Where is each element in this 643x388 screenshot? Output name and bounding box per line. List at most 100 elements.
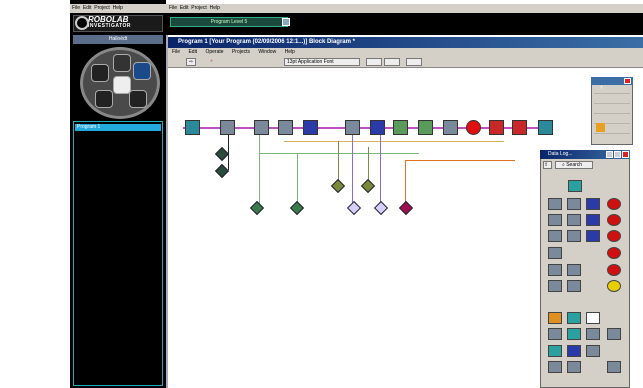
dial-settings-icon[interactable] — [129, 90, 147, 108]
palette-icon-6[interactable] — [586, 214, 600, 226]
palette-icon-21[interactable] — [567, 345, 581, 357]
dial-tools-icon[interactable] — [91, 64, 109, 82]
left-menu-project[interactable]: Project — [94, 5, 110, 11]
menu-operate[interactable]: Operate — [205, 49, 223, 55]
palette-icon-24[interactable] — [567, 361, 581, 373]
logo-circle-icon — [75, 16, 89, 30]
palette-icon-12[interactable] — [567, 264, 581, 276]
block-node-1[interactable] — [220, 120, 235, 135]
top-menu-edit[interactable]: Edit — [180, 5, 189, 11]
palette-icon-13[interactable] — [548, 280, 562, 292]
dial-program-icon[interactable] — [113, 54, 131, 72]
block-node-7[interactable] — [393, 120, 408, 135]
wire-branch-4 — [338, 141, 339, 184]
stop-icon[interactable]: ● — [208, 58, 218, 66]
palette-yellow-icon[interactable] — [607, 280, 621, 292]
top-menubar: File Edit Project Help — [166, 4, 643, 13]
palette-stop-icon-2[interactable] — [607, 214, 621, 226]
palette-icon-17[interactable] — [567, 328, 581, 340]
wire-h-2 — [284, 141, 504, 142]
font-select[interactable]: 13pt Application Font — [284, 58, 360, 66]
palette-icon-11[interactable] — [548, 264, 562, 276]
palette-icon-14[interactable] — [567, 280, 581, 292]
maximize-icon[interactable] — [614, 151, 621, 158]
block-node-5[interactable] — [345, 120, 360, 135]
block-node-11[interactable] — [512, 120, 527, 135]
block-node-4[interactable] — [303, 120, 318, 135]
palette-stop-icon-3[interactable] — [607, 230, 621, 242]
palette-icon-1[interactable] — [548, 198, 562, 210]
search-label: Search — [566, 162, 583, 168]
palette-icon-20[interactable] — [548, 345, 562, 357]
palette-icon-15[interactable] — [567, 312, 581, 324]
wire-branch-7 — [380, 135, 381, 207]
minimize-icon[interactable] — [606, 151, 613, 158]
block-node-2[interactable] — [254, 120, 269, 135]
palette-help-icon[interactable] — [548, 312, 562, 324]
palette-icon-5[interactable] — [567, 214, 581, 226]
palette-icon-9[interactable] — [586, 230, 600, 242]
left-menu-help[interactable]: Help — [113, 5, 123, 11]
palette-icon-22[interactable] — [586, 345, 600, 357]
dial-data-icon[interactable] — [95, 90, 113, 108]
palette-stop-icon-5[interactable] — [607, 264, 621, 276]
program-level-field[interactable]: Program Level 5 — [170, 17, 288, 27]
end-node[interactable] — [538, 120, 553, 135]
align-button[interactable] — [366, 58, 382, 66]
program-level-go-button[interactable] — [282, 18, 290, 26]
block-node-3[interactable] — [278, 120, 293, 135]
palette-icon-19[interactable] — [607, 328, 621, 340]
program-list-item[interactable]: Program 1 — [75, 124, 161, 131]
search-button[interactable]: ⌕ Search — [555, 161, 593, 169]
palette-piano-icon[interactable] — [586, 312, 600, 324]
left-menu-edit[interactable]: Edit — [83, 5, 92, 11]
navigation-dial — [80, 47, 160, 119]
block-node-6[interactable] — [370, 120, 385, 135]
palette-icon-25[interactable] — [607, 361, 621, 373]
dial-center-icon[interactable] — [113, 76, 131, 94]
palette-stop-icon-4[interactable] — [607, 247, 621, 259]
palette-icon-2[interactable] — [567, 198, 581, 210]
palette-icon-23[interactable] — [548, 361, 562, 373]
tools-close-icon[interactable] — [624, 78, 631, 84]
block-node-8[interactable] — [418, 120, 433, 135]
run-arrow-icon[interactable]: ⇨ — [186, 58, 196, 66]
wire-h-1 — [259, 153, 419, 154]
tools-grid[interactable] — [594, 89, 630, 143]
left-menu-file[interactable]: File — [72, 5, 80, 11]
wire-branch-2 — [259, 135, 260, 207]
menu-edit[interactable]: Edit — [188, 49, 197, 55]
palette-icon-7[interactable] — [548, 230, 562, 242]
program-list — [73, 121, 163, 386]
color-tool-icon[interactable] — [596, 123, 605, 132]
wire-branch-3 — [297, 153, 298, 207]
palette-icon-3[interactable] — [586, 198, 600, 210]
window-title: Program 1 [Your Program (02/09/2006 12:1… — [168, 37, 643, 48]
distribute-button[interactable] — [384, 58, 400, 66]
dial-level-icon[interactable] — [133, 62, 151, 80]
top-menu-project[interactable]: Project — [191, 5, 207, 11]
palette-icon-18[interactable] — [586, 328, 600, 340]
block-node-9[interactable] — [443, 120, 458, 135]
palette-icon-4[interactable] — [548, 214, 562, 226]
menu-file[interactable]: File — [172, 49, 180, 55]
palette-icon-8[interactable] — [567, 230, 581, 242]
reorder-button[interactable] — [406, 58, 422, 66]
palette-stop-icon-1[interactable] — [607, 198, 621, 210]
wire-branch-5 — [352, 135, 353, 207]
begin-node[interactable] — [185, 120, 200, 135]
top-menu-help[interactable]: Help — [210, 5, 220, 11]
up-arrow-icon[interactable]: ⇧ — [543, 161, 552, 169]
palette-icon-16[interactable] — [548, 328, 562, 340]
user-label: Halloédt — [73, 35, 163, 44]
stop-node-1[interactable] — [466, 120, 481, 135]
close-icon[interactable] — [622, 151, 629, 158]
top-menu-file[interactable]: File — [169, 5, 177, 11]
menu-projects[interactable]: Projects — [232, 49, 250, 55]
menu-window[interactable]: Window — [258, 49, 276, 55]
block-node-10[interactable] — [489, 120, 504, 135]
left-menubar: File Edit Project Help — [70, 4, 166, 13]
palette-begin-icon[interactable] — [568, 180, 582, 192]
menu-help[interactable]: Help — [285, 49, 295, 55]
palette-icon-10[interactable] — [548, 247, 562, 259]
